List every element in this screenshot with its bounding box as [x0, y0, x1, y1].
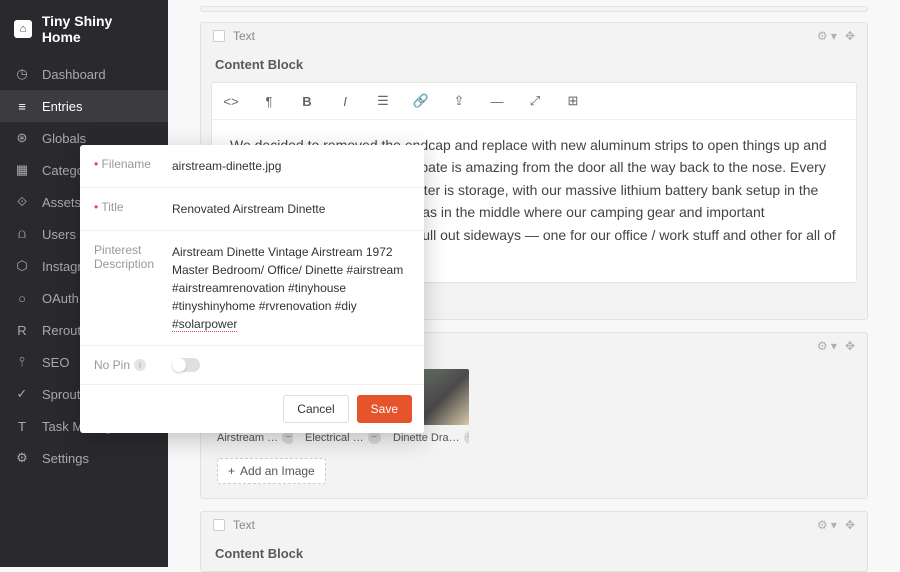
- panel-header: Text ⚙ ▾ ✥: [201, 23, 867, 49]
- thumb-caption: Electrical …: [305, 432, 364, 444]
- clock-icon: ◷: [14, 66, 30, 82]
- sidebar-item-settings[interactable]: ⚙ Settings: [0, 442, 168, 474]
- panel-checkbox[interactable]: [213, 519, 225, 531]
- paragraph-button[interactable]: ¶: [250, 83, 288, 119]
- grid-icon: ▦: [14, 162, 30, 178]
- panel-checkbox[interactable]: [213, 30, 225, 42]
- sidebar-item-label: OAuth: [42, 291, 79, 306]
- remove-icon[interactable]: −: [464, 431, 469, 444]
- panel-type-label: Text: [233, 518, 255, 532]
- sidebar-item-label: Globals: [42, 131, 86, 146]
- sidebar-item-label: Users: [42, 227, 76, 242]
- gear-icon[interactable]: ⚙ ▾: [817, 29, 837, 43]
- move-icon[interactable]: ✥: [845, 339, 855, 353]
- sidebar-item-entries[interactable]: ≡ Entries: [0, 90, 168, 122]
- link-button[interactable]: 🔗: [402, 83, 440, 119]
- sidebar-item-label: Assets: [42, 195, 81, 210]
- expand-button[interactable]: ⤢: [516, 83, 554, 119]
- add-image-button[interactable]: + Add an Image: [217, 458, 326, 484]
- text-content-panel-2: Text ⚙ ▾ ✥ Content Block: [200, 511, 868, 572]
- users-icon: ⩍: [14, 226, 30, 242]
- gear-icon[interactable]: ⚙ ▾: [817, 339, 837, 353]
- sidebar-item-label: Entries: [42, 99, 82, 114]
- sidebar-item-label: Settings: [42, 451, 89, 466]
- remove-icon[interactable]: −: [282, 431, 293, 444]
- task-icon: T: [14, 418, 30, 434]
- filename-input[interactable]: airstream-dinette.jpg: [172, 157, 410, 175]
- gear-icon: ⚙: [14, 450, 30, 466]
- pinterest-text-last: #solarpower: [172, 317, 237, 332]
- image-icon: ⟐: [14, 194, 30, 210]
- title-input[interactable]: Renovated Airstream Dinette: [172, 200, 410, 218]
- nopin-toggle[interactable]: [172, 358, 200, 372]
- field-label: Filename: [94, 157, 172, 175]
- grid-button[interactable]: ⊞: [554, 83, 592, 119]
- field-label: No Pin i: [94, 358, 172, 372]
- globe-icon: ⊛: [14, 130, 30, 146]
- list-button[interactable]: ☰: [364, 83, 402, 119]
- app-header: ⌂ Tiny Shiny Home: [0, 0, 168, 58]
- thumb-caption: Dinette Dra…: [393, 432, 460, 444]
- pinterest-description-input[interactable]: Airstream Dinette Vintage Airstream 1972…: [172, 243, 410, 333]
- field-label: Title: [94, 200, 172, 218]
- save-button[interactable]: Save: [357, 395, 412, 423]
- cancel-button[interactable]: Cancel: [283, 395, 348, 423]
- panel-header: Text ⚙ ▾ ✥: [201, 512, 867, 538]
- nopin-label: No Pin: [94, 358, 130, 372]
- remove-icon[interactable]: −: [368, 431, 381, 444]
- upload-button[interactable]: ⇪: [440, 83, 478, 119]
- add-image-label: Add an Image: [240, 464, 315, 478]
- pinterest-text: Airstream Dinette Vintage Airstream 1972…: [172, 245, 403, 313]
- editor-toolbar: <> ¶ B I ☰ 🔗 ⇪ — ⤢ ⊞: [212, 83, 856, 120]
- circle-icon: ○: [14, 290, 30, 306]
- app-title: Tiny Shiny Home: [42, 13, 154, 45]
- plus-icon: +: [228, 464, 235, 478]
- list-icon: ≡: [14, 98, 30, 114]
- app-logo-icon: ⌂: [14, 20, 32, 38]
- bold-button[interactable]: B: [288, 83, 326, 119]
- modal-footer: Cancel Save: [80, 385, 424, 433]
- thumb-caption: Airstream …: [217, 432, 278, 444]
- gear-icon[interactable]: ⚙ ▾: [817, 518, 837, 532]
- reroute-icon: R: [14, 322, 30, 338]
- code-button[interactable]: <>: [212, 83, 250, 119]
- italic-button[interactable]: I: [326, 83, 364, 119]
- panel-sliver: [200, 6, 868, 12]
- move-icon[interactable]: ✥: [845, 518, 855, 532]
- move-icon[interactable]: ✥: [845, 29, 855, 43]
- hr-button[interactable]: —: [478, 83, 516, 119]
- sidebar-item-dashboard[interactable]: ◷ Dashboard: [0, 58, 168, 90]
- check-icon: ✓: [14, 386, 30, 402]
- content-block-label: Content Block: [201, 538, 867, 571]
- panel-type-label: Text: [233, 29, 255, 43]
- info-icon[interactable]: i: [134, 359, 146, 371]
- sidebar-item-label: Dashboard: [42, 67, 106, 82]
- sidebar-item-label: SEO: [42, 355, 69, 370]
- field-label: Pinterest Description: [94, 243, 172, 333]
- content-block-label: Content Block: [201, 49, 867, 82]
- chart-icon: ⫯: [14, 354, 30, 370]
- asset-edit-modal: Filename airstream-dinette.jpg Title Ren…: [80, 145, 424, 433]
- instagram-icon: ⬡: [14, 258, 30, 274]
